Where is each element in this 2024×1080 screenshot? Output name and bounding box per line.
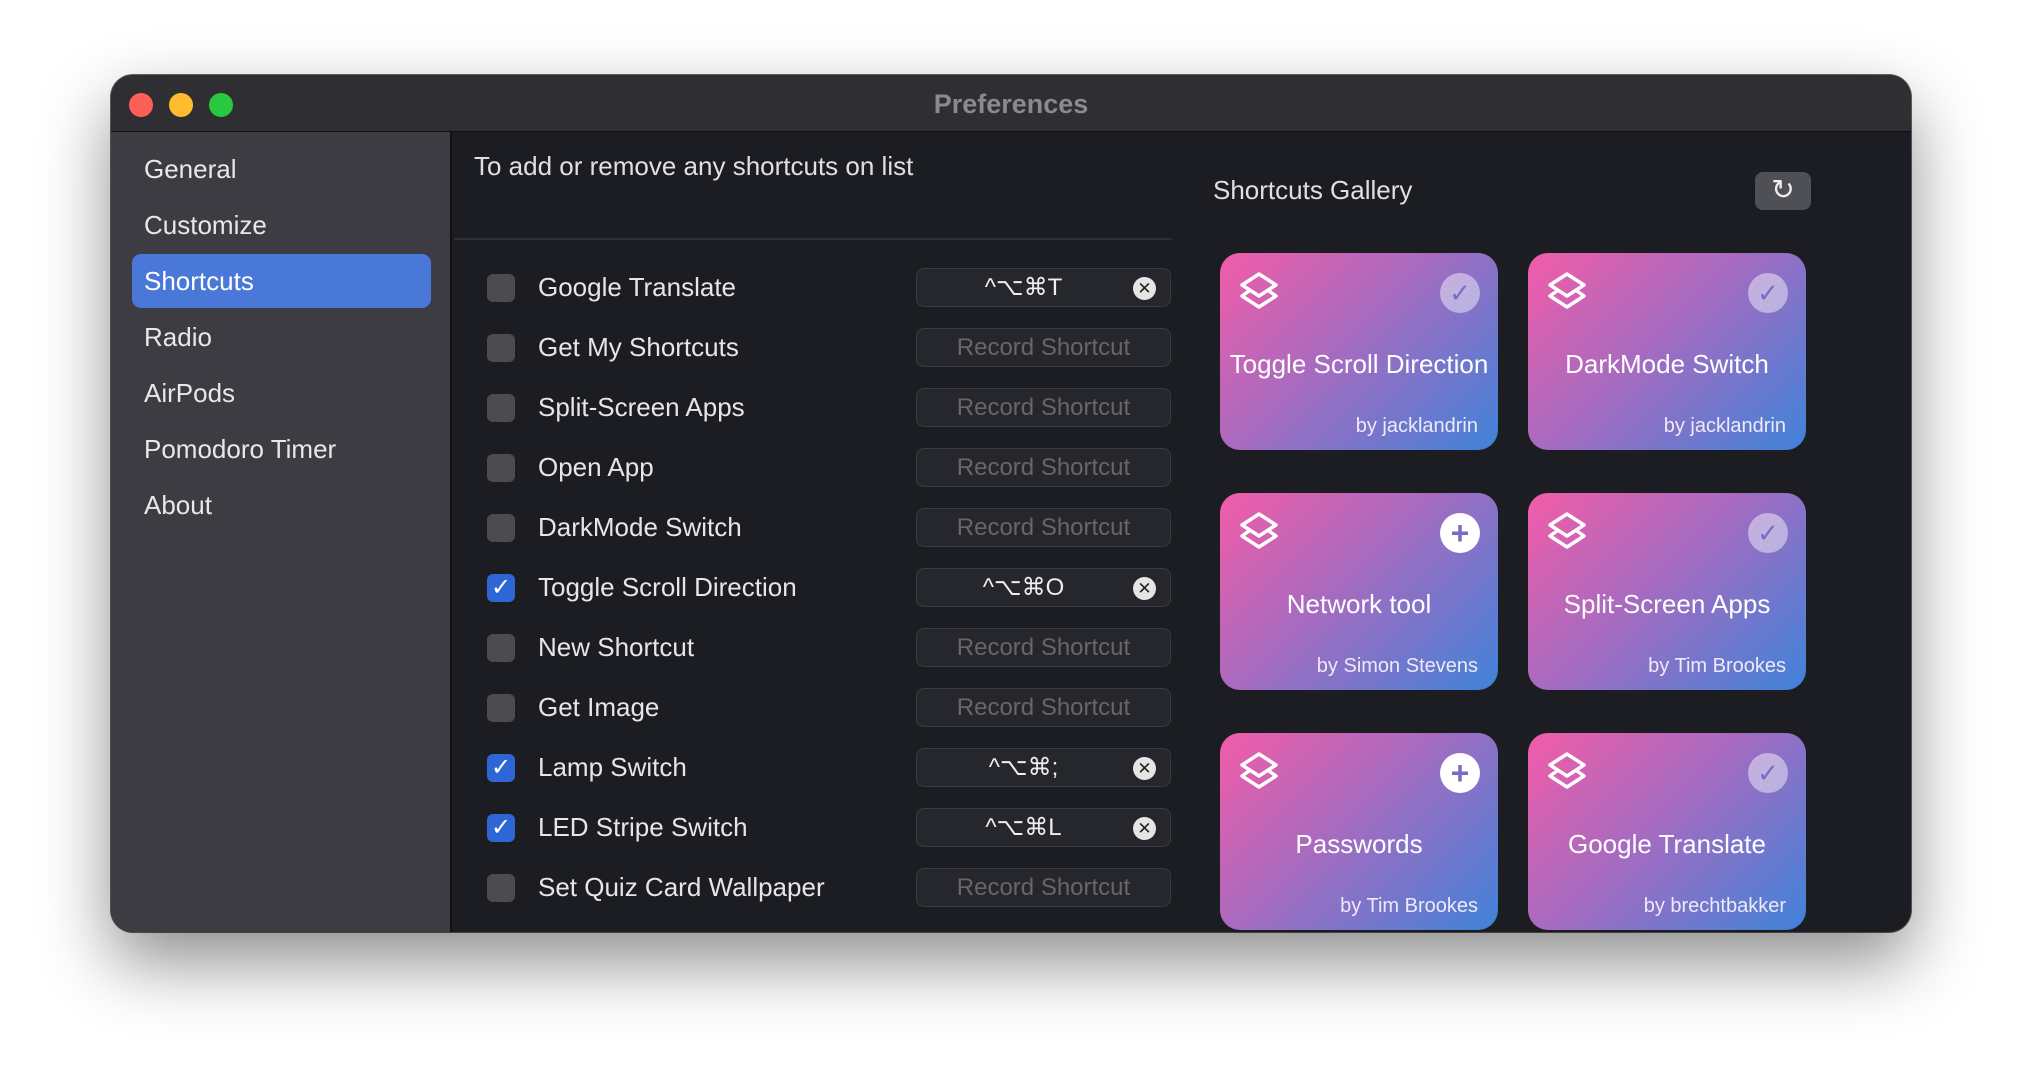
- shortcut-field[interactable]: ^⌥⌘O ✕: [916, 568, 1171, 607]
- shortcut-name: Set Quiz Card Wallpaper: [538, 872, 825, 902]
- card-author: by brechtbakker: [1643, 895, 1786, 917]
- shortcut-checkbox[interactable]: ✓: [487, 574, 515, 602]
- preferences-window: Preferences General Customize Shortcuts Rad…: [111, 75, 1911, 932]
- window-title: Preferences: [933, 89, 1089, 119]
- shortcuts-icon: [1546, 511, 1588, 560]
- shortcuts-icon: [1238, 271, 1280, 320]
- card-author: by Simon Stevens: [1316, 655, 1478, 677]
- shortcut-field[interactable]: ^⌥⌘T ✕: [916, 268, 1171, 307]
- record-shortcut-button[interactable]: Record Shortcut: [916, 508, 1171, 547]
- card-title: Passwords: [1295, 829, 1423, 859]
- shortcut-value: ^⌥⌘O: [982, 574, 1065, 601]
- gallery-card[interactable]: + Network tool by Simon Stevens: [1220, 493, 1498, 690]
- gallery-card[interactable]: ✓ Google Translate by brechtbakker: [1528, 733, 1806, 930]
- card-title: Network tool: [1286, 589, 1432, 619]
- shortcut-field[interactable]: ^⌥⌘; ✕: [916, 748, 1171, 787]
- shortcut-row: Get My Shortcuts Record Shortcut: [454, 326, 1174, 370]
- shortcut-row: DarkMode Switch Record Shortcut: [454, 506, 1174, 550]
- shortcut-name: Get My Shortcuts: [538, 332, 739, 362]
- shortcut-checkbox[interactable]: ✓: [487, 754, 515, 782]
- title-bar: Preferences: [111, 75, 1911, 132]
- shortcut-name: Toggle Scroll Direction: [538, 572, 797, 602]
- shortcut-value: ^⌥⌘T: [984, 274, 1063, 301]
- sidebar-item-general[interactable]: General: [132, 142, 431, 196]
- clear-shortcut-icon[interactable]: ✕: [1133, 277, 1156, 300]
- shortcuts-icon: [1238, 751, 1280, 800]
- checkmark-icon[interactable]: ✓: [1440, 273, 1480, 313]
- shortcuts-icon: [1546, 751, 1588, 800]
- card-title: DarkMode Switch: [1565, 349, 1769, 379]
- shortcut-checkbox[interactable]: [487, 454, 515, 482]
- shortcut-checkbox[interactable]: [487, 874, 515, 902]
- gallery-card[interactable]: ✓ Split-Screen Apps by Tim Brookes: [1528, 493, 1806, 690]
- shortcut-row: Split-Screen Apps Record Shortcut: [454, 386, 1174, 430]
- sidebar-item-about[interactable]: About: [132, 478, 431, 532]
- shortcut-checkbox[interactable]: [487, 634, 515, 662]
- gallery-card[interactable]: ✓ DarkMode Switch by jacklandrin: [1528, 253, 1806, 450]
- card-author: by jacklandrin: [1355, 415, 1478, 437]
- shortcut-value: ^⌥⌘;: [988, 754, 1059, 781]
- checkmark-icon[interactable]: ✓: [1748, 513, 1788, 553]
- shortcut-row: Set Quiz Card Wallpaper Record Shortcut: [454, 866, 1174, 910]
- add-icon[interactable]: +: [1440, 753, 1480, 793]
- shortcut-name: Split-Screen Apps: [538, 392, 745, 422]
- shortcut-row: ✓ LED Stripe Switch ^⌥⌘L ✕: [454, 806, 1174, 850]
- gallery-card[interactable]: ✓ Toggle Scroll Direction by jacklandrin: [1220, 253, 1498, 450]
- shortcut-row: Get Image Record Shortcut: [454, 686, 1174, 730]
- sidebar: General Customize Shortcuts Radio AirPods Pom…: [111, 132, 452, 932]
- sidebar-item-shortcuts[interactable]: Shortcuts: [132, 254, 431, 308]
- shortcuts-header: To add or remove any shortcuts on list: [474, 151, 914, 181]
- card-author: by jacklandrin: [1663, 415, 1786, 437]
- record-shortcut-button[interactable]: Record Shortcut: [916, 868, 1171, 907]
- shortcut-field[interactable]: ^⌥⌘L ✕: [916, 808, 1171, 847]
- card-title: Google Translate: [1567, 829, 1766, 859]
- sidebar-item-customize[interactable]: Customize: [132, 198, 431, 252]
- card-title: Split-Screen Apps: [1563, 589, 1771, 619]
- shortcut-name: DarkMode Switch: [538, 512, 742, 542]
- shortcut-checkbox[interactable]: [487, 514, 515, 542]
- gallery-title: Shortcuts Gallery: [1213, 175, 1413, 205]
- shortcut-row: Google Translate ^⌥⌘T ✕: [454, 266, 1174, 310]
- shortcut-checkbox[interactable]: [487, 334, 515, 362]
- shortcut-row: ✓ Toggle Scroll Direction ^⌥⌘O ✕: [454, 566, 1174, 610]
- sidebar-item-airpods[interactable]: AirPods: [132, 366, 431, 420]
- card-author: by Tim Brookes: [1340, 895, 1478, 917]
- clear-shortcut-icon[interactable]: ✕: [1133, 577, 1156, 600]
- shortcut-row: New Shortcut Record Shortcut: [454, 626, 1174, 670]
- divider: [454, 238, 1172, 240]
- card-title: Toggle Scroll Direction: [1229, 349, 1489, 379]
- shortcut-name: Google Translate: [538, 272, 737, 302]
- checkmark-icon[interactable]: ✓: [1748, 273, 1788, 313]
- record-shortcut-button[interactable]: Record Shortcut: [916, 628, 1171, 667]
- refresh-button[interactable]: ↻: [1755, 172, 1811, 210]
- shortcut-name: Lamp Switch: [538, 752, 687, 782]
- shortcut-row: Open App Record Shortcut: [454, 446, 1174, 490]
- shortcut-name: Open App: [538, 452, 654, 482]
- shortcut-checkbox[interactable]: ✓: [487, 814, 515, 842]
- shortcut-checkbox[interactable]: [487, 394, 515, 422]
- shortcut-name: LED Stripe Switch: [538, 812, 748, 842]
- sidebar-item-radio[interactable]: Radio: [132, 310, 431, 364]
- add-icon[interactable]: +: [1440, 513, 1480, 553]
- record-shortcut-button[interactable]: Record Shortcut: [916, 688, 1171, 727]
- checkmark-icon[interactable]: ✓: [1748, 753, 1788, 793]
- shortcut-name: New Shortcut: [538, 632, 695, 662]
- record-shortcut-button[interactable]: Record Shortcut: [916, 388, 1171, 427]
- shortcuts-icon: [1238, 511, 1280, 560]
- gallery-card[interactable]: + Passwords by Tim Brookes: [1220, 733, 1498, 930]
- clear-shortcut-icon[interactable]: ✕: [1133, 817, 1156, 840]
- clear-shortcut-icon[interactable]: ✕: [1133, 757, 1156, 780]
- card-author: by Tim Brookes: [1648, 655, 1786, 677]
- shortcut-name: Get Image: [538, 692, 660, 722]
- shortcut-row: ✓ Lamp Switch ^⌥⌘; ✕: [454, 746, 1174, 790]
- shortcut-checkbox[interactable]: [487, 274, 515, 302]
- shortcut-value: ^⌥⌘L: [985, 814, 1062, 841]
- record-shortcut-button[interactable]: Record Shortcut: [916, 448, 1171, 487]
- record-shortcut-button[interactable]: Record Shortcut: [916, 328, 1171, 367]
- shortcuts-icon: [1546, 271, 1588, 320]
- sidebar-item-pomodoro-timer[interactable]: Pomodoro Timer: [132, 422, 431, 476]
- shortcut-checkbox[interactable]: [487, 694, 515, 722]
- refresh-icon: ↻: [1771, 174, 1795, 205]
